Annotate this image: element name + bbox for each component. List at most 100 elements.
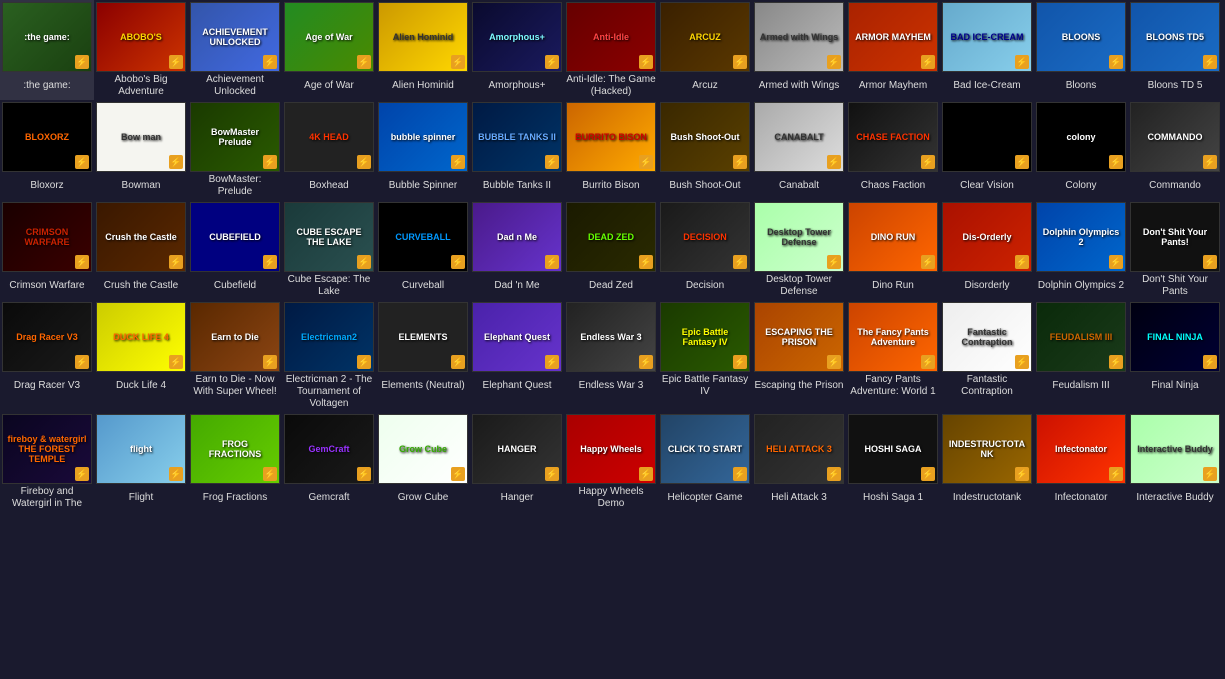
flash-icon: ⚡ <box>545 155 559 169</box>
flash-icon: ⚡ <box>545 355 559 369</box>
game-item-happy-wheels-demo[interactable]: Happy Wheels ⚡ Happy Wheels Demo <box>564 412 658 512</box>
game-item-achievement-unlocked[interactable]: ACHIEVEMENT UNLOCKED ⚡ Achievement Unloc… <box>188 0 282 100</box>
flash-icon: ⚡ <box>827 467 841 481</box>
game-item-fancy-pants-adventure[interactable]: The Fancy Pants Adventure ⚡ Fancy Pants … <box>846 300 940 412</box>
game-thumbnail: ARMOR MAYHEM ⚡ <box>848 2 938 72</box>
game-item-final-ninja[interactable]: FINAL NINJA ⚡ Final Ninja <box>1128 300 1222 412</box>
game-item-commando[interactable]: COMMANDO ⚡ Commando <box>1128 100 1222 200</box>
game-label: Dolphin Olympics 2 <box>1036 274 1126 298</box>
game-item-hoshi-saga[interactable]: HOSHI SAGA ⚡ Hoshi Saga 1 <box>846 412 940 512</box>
game-item-bubble-spinner[interactable]: bubble spinner ⚡ Bubble Spinner <box>376 100 470 200</box>
game-item-decision[interactable]: DECISION ⚡ Decision <box>658 200 752 300</box>
game-item-fantastic-contraption[interactable]: Fantastic Contraption ⚡ Fantastic Contra… <box>940 300 1034 412</box>
flash-icon: ⚡ <box>639 255 653 269</box>
game-item-anti-idle[interactable]: Anti-Idle ⚡ Anti-Idle: The Game (Hacked) <box>564 0 658 100</box>
game-item-feudalism-iii[interactable]: FEUDALISM III ⚡ Feudalism III <box>1034 300 1128 412</box>
game-item-hanger[interactable]: HANGER ⚡ Hanger <box>470 412 564 512</box>
game-item-fireboy-watergirl[interactable]: fireboy & watergirl THE FOREST TEMPLE ⚡ … <box>0 412 94 512</box>
game-label: Curveball <box>378 274 468 298</box>
flash-icon: ⚡ <box>639 355 653 369</box>
game-label: Disorderly <box>942 274 1032 298</box>
game-thumbnail: The Fancy Pants Adventure ⚡ <box>848 302 938 372</box>
game-item-curveball[interactable]: CURVEBALL ⚡ Curveball <box>376 200 470 300</box>
game-item-heli-attack-3[interactable]: HELI ATTACK 3 ⚡ Heli Attack 3 <box>752 412 846 512</box>
game-label: Decision <box>660 274 750 298</box>
game-item-interactive-buddy[interactable]: Interactive Buddy ⚡ Interactive Buddy <box>1128 412 1222 512</box>
game-item-burrito-bison[interactable]: BURRITO BISON ⚡ Burrito Bison <box>564 100 658 200</box>
game-item-disorderly[interactable]: Dis-Orderly ⚡ Disorderly <box>940 200 1034 300</box>
game-item-clear-vision[interactable]: ⚡ Clear Vision <box>940 100 1034 200</box>
game-label: Bloxorz <box>2 174 92 198</box>
game-item-flight[interactable]: flight ⚡ Flight <box>94 412 188 512</box>
flash-icon: ⚡ <box>827 155 841 169</box>
game-item-dont-shit-your-pants[interactable]: Don't Shit Your Pants! ⚡ Don't Shit Your… <box>1128 200 1222 300</box>
game-thumbnail: Crush the Castle ⚡ <box>96 202 186 272</box>
game-item-cubefield[interactable]: CUBEFIELD ⚡ Cubefield <box>188 200 282 300</box>
game-thumbnail: Dis-Orderly ⚡ <box>942 202 1032 272</box>
game-item-earn-to-die[interactable]: Earn to Die ⚡ Earn to Die - Now With Sup… <box>188 300 282 412</box>
game-item-electricman-2[interactable]: Electricman2 ⚡ Electricman 2 - The Tourn… <box>282 300 376 412</box>
game-item-crimson-warfare[interactable]: CRIMSON WARFARE ⚡ Crimson Warfare <box>0 200 94 300</box>
game-item-bloons-td5[interactable]: BLOONS TD5 ⚡ Bloons TD 5 <box>1128 0 1222 100</box>
game-label: Interactive Buddy <box>1130 486 1220 510</box>
game-item-bowmaster-prelude[interactable]: BowMaster Prelude ⚡ BowMaster: Prelude <box>188 100 282 200</box>
game-item-canabalt[interactable]: CANABALT ⚡ Canabalt <box>752 100 846 200</box>
flash-icon: ⚡ <box>639 55 653 69</box>
game-item-the-game[interactable]: :the game: ⚡ :the game: <box>0 0 94 100</box>
flash-icon: ⚡ <box>639 467 653 481</box>
game-item-bloons[interactable]: BLOONS ⚡ Bloons <box>1034 0 1128 100</box>
game-item-endless-war-3[interactable]: Endless War 3 ⚡ Endless War 3 <box>564 300 658 412</box>
game-label: Duck Life 4 <box>96 374 186 398</box>
game-item-dino-run[interactable]: DINO RUN ⚡ Dino Run <box>846 200 940 300</box>
flash-icon: ⚡ <box>1015 355 1029 369</box>
game-item-epic-battle-fantasy-iv[interactable]: Epic Battle Fantasy IV ⚡ Epic Battle Fan… <box>658 300 752 412</box>
game-item-armor-mayhem[interactable]: ARMOR MAYHEM ⚡ Armor Mayhem <box>846 0 940 100</box>
game-item-abobos-big-adventure[interactable]: ABOBO'S ⚡ Abobo's Big Adventure <box>94 0 188 100</box>
game-label: Hoshi Saga 1 <box>848 486 938 510</box>
game-label: Elements (Neutral) <box>378 374 468 398</box>
game-item-infectonator[interactable]: Infectonator ⚡ Infectonator <box>1034 412 1128 512</box>
game-item-bubble-tanks-ii[interactable]: BUBBLE TANKS II ⚡ Bubble Tanks II <box>470 100 564 200</box>
game-item-armed-with-wings[interactable]: Armed with Wings ⚡ Armed with Wings <box>752 0 846 100</box>
game-item-amorphous[interactable]: Amorphous+ ⚡ Amorphous+ <box>470 0 564 100</box>
game-item-bloxorz[interactable]: BLOXORZ ⚡ Bloxorz <box>0 100 94 200</box>
game-item-age-of-war[interactable]: Age of War ⚡ Age of War <box>282 0 376 100</box>
game-item-dad-n-me[interactable]: Dad n Me ⚡ Dad 'n Me <box>470 200 564 300</box>
game-item-escaping-the-prison[interactable]: ESCAPING THE PRISON ⚡ Escaping the Priso… <box>752 300 846 412</box>
game-item-arcuz[interactable]: ARCUZ ⚡ Arcuz <box>658 0 752 100</box>
flash-icon: ⚡ <box>1203 255 1217 269</box>
game-item-crush-the-castle[interactable]: Crush the Castle ⚡ Crush the Castle <box>94 200 188 300</box>
game-item-bush-shoot-out[interactable]: Bush Shoot-Out ⚡ Bush Shoot-Out <box>658 100 752 200</box>
game-thumbnail: BUBBLE TANKS II ⚡ <box>472 102 562 172</box>
game-item-dead-zed[interactable]: DEAD ZED ⚡ Dead Zed <box>564 200 658 300</box>
game-item-elephant-quest[interactable]: Elephant Quest ⚡ Elephant Quest <box>470 300 564 412</box>
flash-icon: ⚡ <box>545 467 559 481</box>
game-thumbnail: CUBEFIELD ⚡ <box>190 202 280 272</box>
game-item-elements-neutral[interactable]: ELEMENTS ⚡ Elements (Neutral) <box>376 300 470 412</box>
game-item-drag-racer-v3[interactable]: Drag Racer V3 ⚡ Drag Racer V3 <box>0 300 94 412</box>
game-item-dolphin-olympics-2[interactable]: Dolphin Olympics 2 ⚡ Dolphin Olympics 2 <box>1034 200 1128 300</box>
game-item-desktop-tower-defense[interactable]: Desktop Tower Defense ⚡ Desktop Tower De… <box>752 200 846 300</box>
game-item-indestructotank[interactable]: INDESTRUCTOTANK ⚡ Indestructotank <box>940 412 1034 512</box>
game-item-frog-fractions[interactable]: FROG FRACTIONS ⚡ Frog Fractions <box>188 412 282 512</box>
game-item-gemcraft[interactable]: GemCraft ⚡ Gemcraft <box>282 412 376 512</box>
game-item-colony[interactable]: colony ⚡ Colony <box>1034 100 1128 200</box>
game-thumbnail: DECISION ⚡ <box>660 202 750 272</box>
game-item-boxhead[interactable]: 4K HEAD ⚡ Boxhead <box>282 100 376 200</box>
game-item-cube-escape-lake[interactable]: CUBE ESCAPE THE LAKE ⚡ Cube Escape: The … <box>282 200 376 300</box>
game-thumbnail: DINO RUN ⚡ <box>848 202 938 272</box>
game-thumbnail: Age of War ⚡ <box>284 2 374 72</box>
flash-icon: ⚡ <box>1015 255 1029 269</box>
flash-icon: ⚡ <box>75 467 89 481</box>
game-item-bowman[interactable]: Bow man ⚡ Bowman <box>94 100 188 200</box>
flash-icon: ⚡ <box>1015 467 1029 481</box>
game-item-chaos-faction[interactable]: CHASE FACTION ⚡ Chaos Faction <box>846 100 940 200</box>
game-label: Dead Zed <box>566 274 656 298</box>
game-item-duck-life-4[interactable]: DUCK LIFE 4 ⚡ Duck Life 4 <box>94 300 188 412</box>
game-item-helicopter-game[interactable]: CLICK TO START ⚡ Helicopter Game <box>658 412 752 512</box>
game-item-grow-cube[interactable]: Grow Cube ⚡ Grow Cube <box>376 412 470 512</box>
game-label: Gemcraft <box>284 486 374 510</box>
game-item-alien-hominid[interactable]: Alien Hominid ⚡ Alien Hominid <box>376 0 470 100</box>
game-item-bad-ice-cream[interactable]: BAD ICE-CREAM ⚡ Bad Ice-Cream <box>940 0 1034 100</box>
game-label: Chaos Faction <box>848 174 938 198</box>
